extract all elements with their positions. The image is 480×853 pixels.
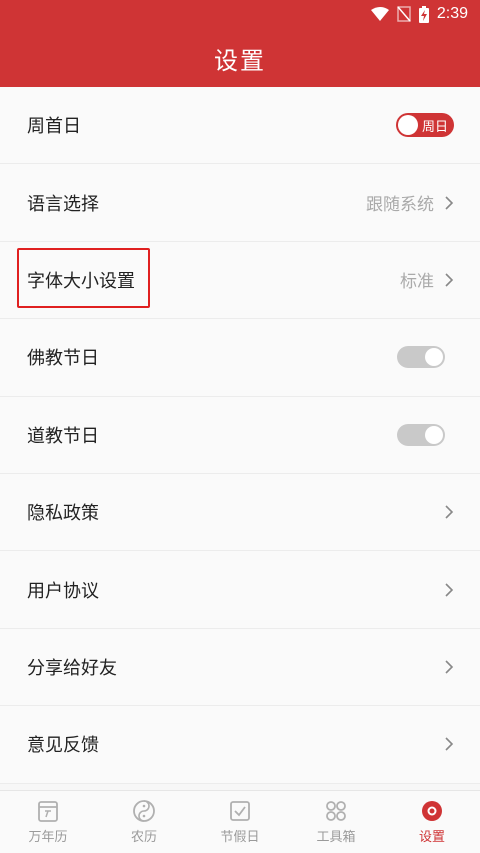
setting-value: 跟随系统: [366, 195, 434, 216]
tab-holidays[interactable]: 节假日: [192, 791, 288, 853]
tab-label: 设置: [418, 830, 445, 845]
setting-user-agreement[interactable]: 用户协议: [0, 551, 480, 629]
toggle-knob: [425, 348, 443, 367]
toggle-knob: [425, 425, 443, 444]
no-signal-icon: [397, 6, 411, 22]
setting-week-start: 周首日 周日: [0, 87, 480, 165]
tab-settings[interactable]: 设置: [384, 791, 480, 853]
setting-value: 标准: [400, 272, 434, 293]
setting-label: 分享给好友: [27, 657, 117, 679]
setting-label: 语言选择: [27, 193, 99, 215]
status-time: 2:39: [436, 5, 468, 22]
week-start-toggle[interactable]: 周日: [396, 113, 454, 138]
tab-lunar[interactable]: 农历: [96, 791, 192, 853]
setting-label: 隐私政策: [27, 503, 99, 525]
setting-share[interactable]: 分享给好友: [0, 628, 480, 707]
calendar-icon: [36, 799, 60, 823]
toolbox-grid-icon: [324, 799, 348, 823]
bottom-tab-bar: 万年历 农历 节假日 工具箱 设置: [0, 790, 480, 853]
buddhist-toggle[interactable]: [397, 346, 445, 369]
settings-flower-icon: [420, 799, 444, 823]
setting-buddhist-festivals: 佛教节日: [0, 319, 480, 397]
setting-feedback[interactable]: 意见反馈: [0, 706, 480, 784]
toggle-knob: [398, 115, 418, 136]
page-title: 设置: [214, 47, 266, 75]
setting-label: 周首日: [27, 116, 81, 138]
chevron-right-icon: [444, 736, 454, 752]
app-header: 2:39 设置: [0, 0, 480, 87]
chevron-right-icon: [444, 659, 454, 675]
battery-charging-icon: [418, 5, 429, 23]
setting-privacy-policy[interactable]: 隐私政策: [0, 473, 480, 552]
tab-label: 农历: [130, 830, 157, 845]
setting-language[interactable]: 语言选择 跟随系统: [0, 164, 480, 242]
setting-taoist-festivals: 道教节日: [0, 396, 480, 474]
tab-calendar[interactable]: 万年历: [0, 791, 96, 853]
chevron-right-icon: [444, 504, 454, 520]
settings-list: 周首日 周日 语言选择 跟随系统 字体大小设置 标准 佛教节日 道教节日 隐私政…: [0, 87, 480, 784]
chevron-right-icon: [444, 272, 454, 288]
setting-label: 佛教节日: [27, 348, 99, 370]
highlight-box: [17, 247, 150, 308]
chevron-right-icon: [444, 195, 454, 211]
setting-label: 用户协议: [27, 580, 99, 602]
setting-label: 意见反馈: [27, 735, 99, 757]
setting-label: 道教节日: [27, 425, 99, 447]
tab-label: 万年历: [28, 830, 68, 845]
wifi-icon: [370, 7, 389, 21]
yin-yang-icon: [132, 799, 156, 823]
tab-toolbox[interactable]: 工具箱: [288, 791, 384, 853]
chevron-right-icon: [444, 582, 454, 598]
tab-label: 工具箱: [316, 830, 356, 845]
holiday-check-icon: [228, 799, 252, 823]
setting-font-size[interactable]: 字体大小设置 标准: [0, 241, 480, 320]
status-bar: 2:39: [0, 0, 480, 28]
toggle-label: 周日: [421, 120, 448, 136]
taoist-toggle[interactable]: [397, 423, 445, 446]
tab-label: 节假日: [220, 830, 260, 845]
